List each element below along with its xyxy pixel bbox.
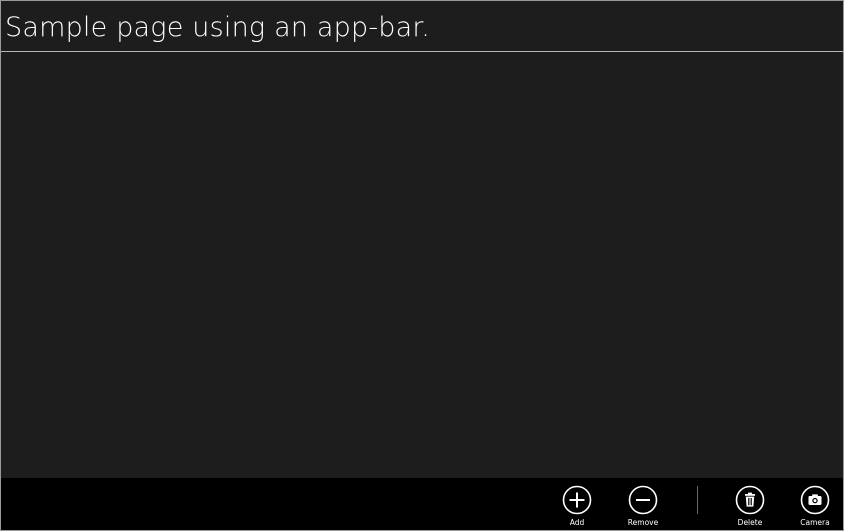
delete-button[interactable]: Delete: [720, 485, 780, 529]
app-bar: Add Remove Delete Camera: [1, 478, 843, 530]
page-content-area: [1, 52, 843, 478]
remove-button[interactable]: Remove: [613, 485, 673, 529]
app-window: Sample page using an app-bar. Add Remove: [0, 0, 844, 531]
app-bar-separator: [697, 486, 698, 514]
remove-icon: [628, 485, 658, 515]
add-button-label: Add: [569, 518, 585, 527]
remove-button-label: Remove: [627, 518, 659, 527]
delete-icon: [735, 485, 765, 515]
camera-button-label: Camera: [800, 518, 830, 527]
add-icon: [562, 485, 592, 515]
camera-button[interactable]: Camera: [785, 485, 843, 529]
camera-icon: [800, 485, 830, 515]
page-title: Sample page using an app-bar.: [5, 12, 430, 43]
add-button[interactable]: Add: [547, 485, 607, 529]
delete-button-label: Delete: [737, 518, 763, 527]
